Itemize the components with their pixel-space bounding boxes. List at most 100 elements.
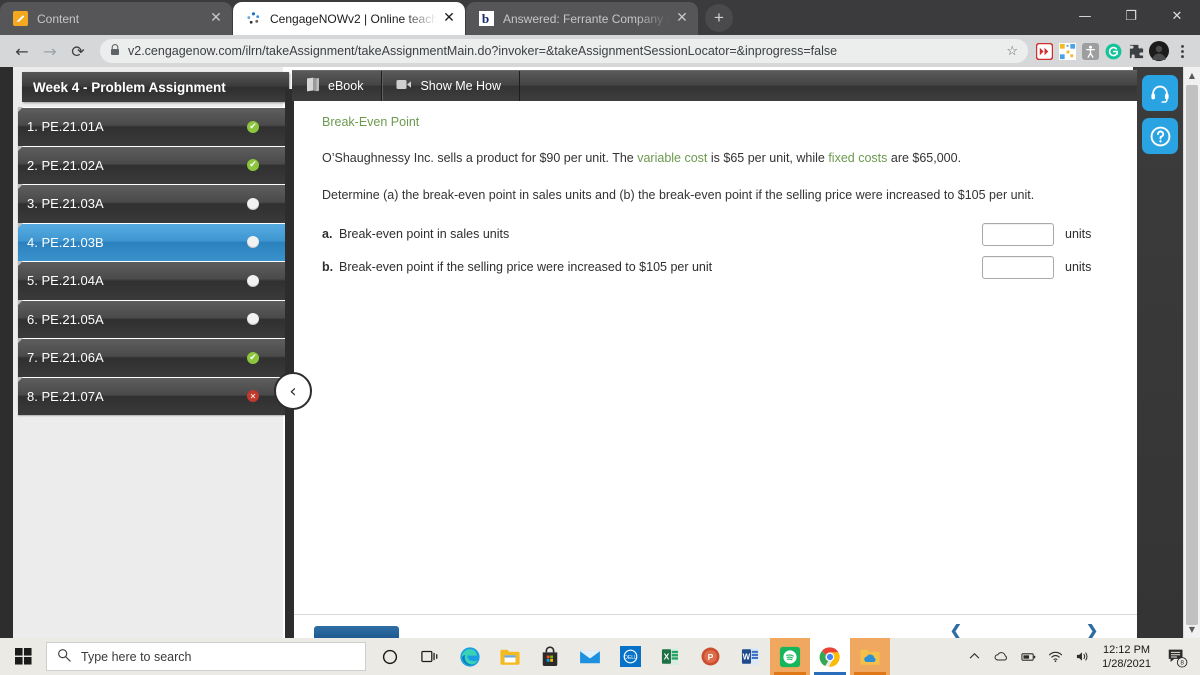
tab-show-me-how[interactable]: Show Me How: [382, 71, 521, 101]
close-icon[interactable]: ✕: [674, 10, 690, 27]
chevron-left-icon[interactable]: ❮: [949, 624, 964, 638]
sidebar-item-pe2107a[interactable]: 8. PE.21.07A ✕: [18, 376, 289, 415]
scroll-up-arrow-icon[interactable]: ▲: [1184, 67, 1200, 84]
dell-icon[interactable]: DELL: [610, 638, 650, 675]
more-menu-icon[interactable]: [1172, 41, 1192, 61]
profile-avatar[interactable]: [1149, 41, 1169, 61]
glossary-term-fixed-costs[interactable]: fixed costs: [828, 151, 887, 165]
clock-date: 1/28/2021: [1102, 657, 1151, 670]
notification-center-icon[interactable]: 8: [1160, 638, 1194, 675]
headset-icon[interactable]: [1142, 75, 1178, 111]
wifi-icon[interactable]: [1042, 638, 1068, 675]
back-button[interactable]: ←: [8, 37, 36, 65]
browser-tab-content[interactable]: Content ✕: [0, 2, 232, 35]
search-placeholder: Type here to search: [81, 649, 192, 664]
question-label: 4. PE.21.03B: [27, 234, 104, 250]
question-label: 1. PE.21.01A: [27, 119, 104, 135]
mail-icon[interactable]: [570, 638, 610, 675]
chrome-icon[interactable]: [810, 638, 850, 675]
qr-grid-icon[interactable]: [1057, 41, 1077, 61]
answer-input-a[interactable]: [982, 222, 1054, 246]
collapse-sidebar-button[interactable]: ‹: [274, 372, 312, 410]
browser-window: Content ✕ CengageNOWv2 | Online teachin …: [0, 0, 1200, 675]
sidebar-item-pe2102a[interactable]: 2. PE.21.02A ✔: [18, 145, 289, 184]
forward-button[interactable]: →: [36, 37, 64, 65]
maximize-button[interactable]: ❐: [1108, 0, 1154, 32]
question-list: 1. PE.21.01A ✔ 2. PE.21.02A ✔ 3. PE.21.0…: [18, 107, 289, 415]
tab-label: Show Me How: [420, 79, 502, 93]
bartleby-icon: b: [478, 11, 494, 27]
sidebar-item-pe2101a[interactable]: 1. PE.21.01A ✔: [18, 107, 289, 146]
answer-text: Break-even point in sales units: [339, 227, 510, 241]
spotify-icon[interactable]: [770, 638, 810, 675]
onedrive-folder-icon[interactable]: [850, 638, 890, 675]
file-explorer-icon[interactable]: [490, 638, 530, 675]
onedrive-tray-icon[interactable]: [988, 638, 1014, 675]
powerpoint-icon[interactable]: P: [690, 638, 730, 675]
page-scrollbar[interactable]: ▲ ▼: [1183, 67, 1200, 638]
chevron-right-icon[interactable]: ❯: [1084, 624, 1099, 638]
question-paragraph-1: O’Shaughnessy Inc. sells a product for $…: [322, 149, 1117, 168]
paragraph-part: is $65 per unit, while: [707, 151, 829, 165]
minimize-button[interactable]: —: [1062, 0, 1108, 32]
book-icon: [306, 77, 320, 95]
new-tab-button[interactable]: +: [705, 4, 733, 32]
fast-forward-icon[interactable]: [1034, 41, 1054, 61]
grammarly-icon[interactable]: [1103, 41, 1123, 61]
sidebar-item-pe2105a[interactable]: 6. PE.21.05A: [18, 299, 289, 338]
address-bar[interactable]: v2.cengagenow.com/ilrn/takeAssignment/ta…: [100, 39, 1028, 63]
accessibility-icon[interactable]: [1080, 41, 1100, 61]
question-topic-title: Break-Even Point: [322, 115, 420, 129]
sidebar-item-pe2106a[interactable]: 7. PE.21.06A ✔: [18, 338, 289, 377]
close-icon[interactable]: ✕: [441, 10, 457, 27]
paragraph-part: are $65,000.: [887, 151, 962, 165]
video-camera-icon: [396, 78, 412, 94]
close-window-button[interactable]: ✕: [1154, 0, 1200, 32]
question-mark-icon[interactable]: [1142, 118, 1178, 154]
sidebar-item-pe2104a[interactable]: 5. PE.21.04A: [18, 261, 289, 300]
question-label: 7. PE.21.06A: [27, 350, 104, 366]
battery-icon[interactable]: [1015, 638, 1041, 675]
task-view-icon[interactable]: [410, 638, 450, 675]
close-icon[interactable]: ✕: [208, 10, 224, 27]
glossary-term-variable-cost[interactable]: variable cost: [637, 151, 707, 165]
search-input[interactable]: Type here to search: [46, 642, 366, 671]
next-navigation[interactable]: ❮ ❯: [949, 624, 1099, 638]
sidebar-item-pe2103a[interactable]: 3. PE.21.03A: [18, 184, 289, 223]
paragraph-part: O’Shaughnessy Inc. sells a product for $…: [322, 151, 638, 165]
browser-tab-cengagenow[interactable]: CengageNOWv2 | Online teachin ✕: [233, 2, 465, 35]
status-badge-correct: ✔: [247, 159, 259, 172]
bookmark-star-icon[interactable]: ☆: [1006, 43, 1018, 59]
notification-count: 8: [1180, 659, 1184, 666]
panel-divider: [285, 89, 292, 638]
microsoft-edge-icon[interactable]: [450, 638, 490, 675]
microsoft-store-icon[interactable]: [530, 638, 570, 675]
browser-tab-bartleby[interactable]: b Answered: Ferrante Company sel ✕: [466, 2, 698, 35]
check-my-work-button[interactable]: [314, 626, 399, 638]
scrollbar-thumb[interactable]: [1186, 85, 1198, 625]
taskbar-clock[interactable]: 12:12 PM 1/28/2021: [1096, 643, 1159, 671]
lock-icon: [110, 43, 120, 59]
sidebar-item-pe2103b[interactable]: 4. PE.21.03B: [18, 222, 289, 261]
page-viewport: Week 4 - Problem Assignment 1. PE.21.01A…: [0, 67, 1200, 638]
answer-input-b[interactable]: [982, 255, 1054, 279]
question-label: 5. PE.21.04A: [27, 273, 104, 289]
question-label: 3. PE.21.03A: [27, 196, 104, 212]
status-badge-none: [247, 313, 259, 326]
tab-label: eBook: [328, 79, 364, 93]
search-icon: [57, 648, 71, 666]
windows-logo-icon[interactable]: [0, 638, 46, 675]
excel-icon[interactable]: X: [650, 638, 690, 675]
show-hidden-icons-arrow[interactable]: [961, 638, 987, 675]
word-icon[interactable]: W: [730, 638, 770, 675]
reload-button[interactable]: ⟳: [64, 37, 92, 65]
cortana-icon[interactable]: [370, 638, 410, 675]
scroll-down-arrow-icon[interactable]: ▼: [1184, 621, 1200, 638]
tab-ebook[interactable]: eBook: [292, 71, 383, 101]
status-badge-correct: ✔: [247, 351, 259, 364]
footer-divider: [294, 614, 1137, 615]
puzzle-extensions-icon[interactable]: [1126, 41, 1146, 61]
question-content-panel: Break-Even Point O’Shaughnessy Inc. sell…: [292, 101, 1137, 638]
volume-icon[interactable]: [1069, 638, 1095, 675]
url-text: v2.cengagenow.com/ilrn/takeAssignment/ta…: [128, 44, 838, 58]
